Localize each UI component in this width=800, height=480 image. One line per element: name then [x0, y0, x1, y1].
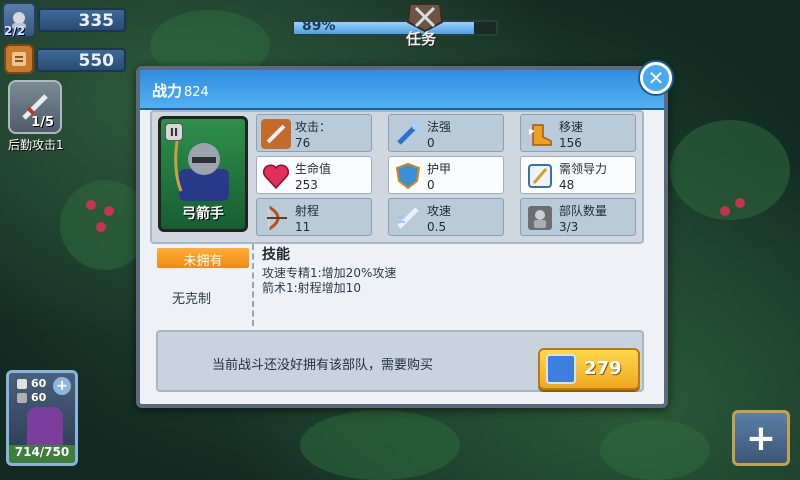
add-button[interactable]: +: [732, 410, 790, 466]
purchase-message: 当前战斗还没好拥有该部队，需要购买: [212, 358, 434, 373]
stat-value: 156: [559, 136, 582, 150]
stat-label: 攻击：: [295, 120, 332, 134]
squad-icon: [528, 206, 552, 230]
hero-portrait: [27, 407, 63, 447]
stat-attack-speed: 攻速 0.5: [388, 198, 504, 236]
attack-count: 1/5: [31, 115, 54, 130]
stat-label: 攻速: [427, 204, 452, 218]
stat-attack: 攻击： 76: [256, 114, 372, 152]
counter-text: 无克制: [172, 292, 212, 307]
defense-stat-icon: [17, 393, 27, 403]
tree-decoration: [600, 420, 710, 480]
stat-label: 法强: [427, 120, 452, 134]
bow-icon: [267, 205, 287, 231]
winged-boot-icon: [529, 124, 552, 146]
unit-card[interactable]: 60 60 + 714/750: [6, 370, 78, 466]
stat-value: 253: [295, 178, 318, 192]
stat-value: 0: [427, 136, 435, 150]
stat-value: 76: [295, 136, 311, 150]
stat-leadership: 需领导力 48: [520, 156, 636, 194]
energy-counter: 335: [38, 8, 126, 32]
logistics-attack-label: 后勤攻击1: [8, 138, 64, 152]
unit-hp: 714/750: [9, 445, 75, 463]
dialog-header: 战力 824: [140, 70, 664, 110]
berry-decoration: [735, 198, 745, 208]
power-label: 战力: [152, 82, 183, 100]
attack-stat-icon: [17, 379, 27, 389]
fast-sword-icon: [397, 207, 419, 229]
stat-value: 48: [559, 178, 575, 192]
stat-health: 生命值 253: [256, 156, 372, 194]
banner-icon: [528, 164, 552, 188]
stat-value: 0.5: [427, 220, 447, 234]
buy-button[interactable]: 279: [538, 348, 640, 390]
archer-portrait-icon: [174, 140, 229, 201]
gem-icon: [546, 354, 576, 384]
logistics-attack-button[interactable]: 1/5: [8, 80, 62, 134]
tree-decoration: [300, 410, 460, 480]
berry-decoration: [86, 200, 96, 210]
scroll-counter: 550: [36, 48, 126, 72]
player-count: 2/2: [4, 24, 26, 38]
ownership-status-badge[interactable]: 未拥有: [157, 248, 249, 269]
skill-item: 箭术1:射程增加10: [262, 281, 361, 295]
stat-magic-power: 法强 0: [388, 114, 504, 152]
berry-decoration: [96, 222, 106, 232]
pause-icon[interactable]: II: [165, 123, 183, 141]
berry-decoration: [104, 206, 114, 216]
stat-squad-size: 部队数量 3/3: [520, 198, 636, 236]
stat-armor: 护甲 0: [388, 156, 504, 194]
upgrade-plus-icon[interactable]: +: [53, 377, 71, 395]
stat-label: 需领导力: [559, 162, 608, 176]
stat-label: 射程: [295, 204, 320, 218]
stat-value: 0: [427, 178, 435, 192]
power-value: 824: [184, 85, 209, 100]
heart-icon: [262, 164, 290, 190]
close-button[interactable]: ✕: [640, 62, 672, 94]
tree-decoration: [670, 120, 790, 220]
mission-label[interactable]: 任务: [406, 28, 436, 49]
unit-stat-defense: 60: [31, 391, 47, 404]
stat-label: 护甲: [427, 162, 452, 176]
stat-value: 3/3: [559, 220, 579, 234]
unit-stat-attack: 60: [31, 377, 47, 390]
stat-value: 11: [295, 220, 311, 234]
unit-name: 弓箭手: [182, 206, 224, 222]
shield-icon: [395, 162, 421, 190]
divider: [252, 244, 254, 326]
stat-label: 部队数量: [559, 204, 608, 218]
unit-portrait-card[interactable]: II 弓箭手: [158, 116, 248, 232]
stat-label: 移速: [559, 120, 584, 134]
scroll-icon: [4, 44, 34, 74]
stat-move-speed: 移速 156: [520, 114, 636, 152]
magic-wand-icon: [397, 122, 420, 145]
skills-title: 技能: [262, 247, 290, 263]
stat-label: 生命值: [295, 162, 332, 176]
stat-range: 射程 11: [256, 198, 372, 236]
sword-icon: [261, 119, 291, 149]
berry-decoration: [720, 206, 730, 216]
price-value: 279: [584, 358, 622, 379]
mission-progress-text: 89%: [302, 18, 336, 34]
